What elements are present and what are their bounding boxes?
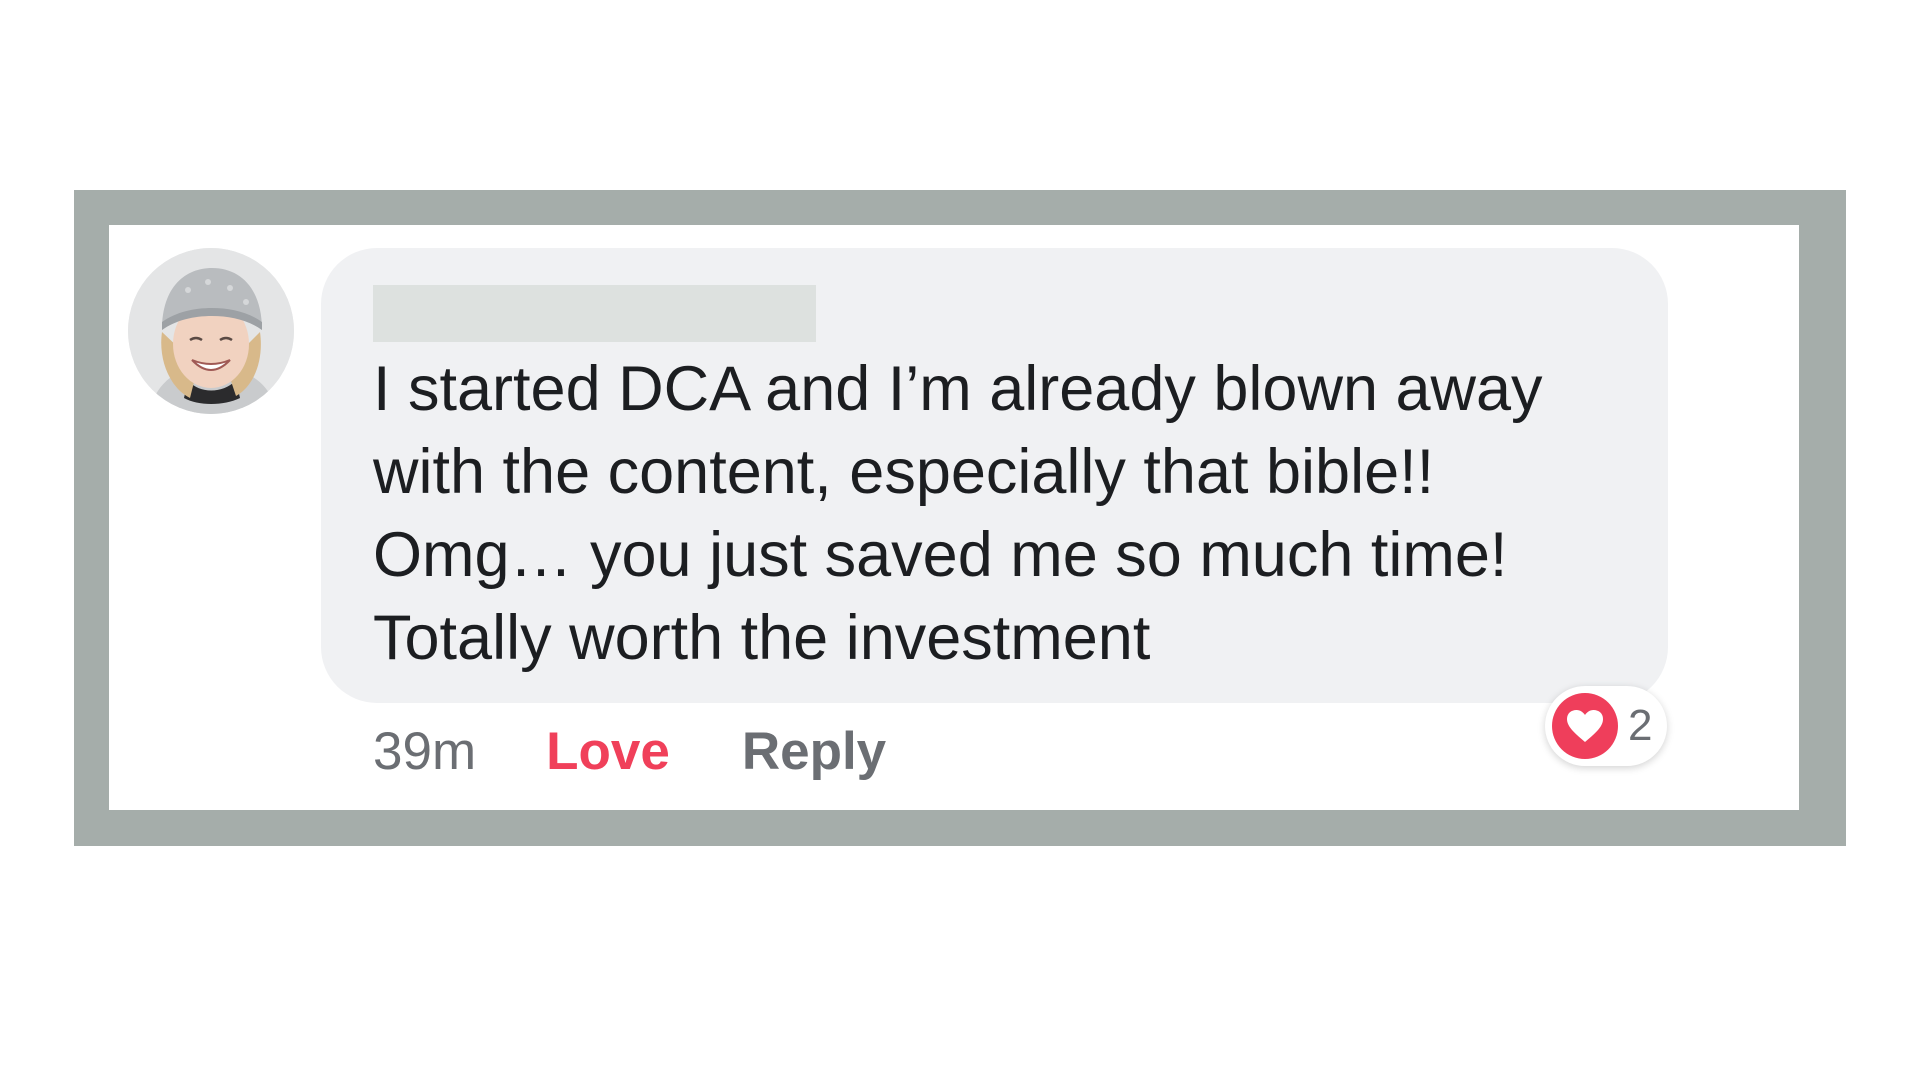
comment-timestamp[interactable]: 39m	[373, 721, 476, 782]
love-button[interactable]: Love	[546, 721, 670, 782]
avatar-photo	[128, 248, 294, 414]
author-name-redacted	[373, 285, 816, 342]
avatar[interactable]	[128, 248, 294, 414]
comment-actions: 39m Love Reply	[373, 711, 886, 791]
heart-icon	[1552, 693, 1618, 759]
comment-card: I started DCA and I’m already blown away…	[109, 225, 1799, 810]
reaction-count: 2	[1628, 701, 1653, 750]
comment-frame: I started DCA and I’m already blown away…	[74, 190, 1846, 846]
comment-text: I started DCA and I’m already blown away…	[373, 354, 1543, 673]
comment-bubble: I started DCA and I’m already blown away…	[321, 248, 1668, 703]
reaction-summary[interactable]: 2	[1545, 686, 1667, 766]
reply-button[interactable]: Reply	[742, 721, 886, 782]
